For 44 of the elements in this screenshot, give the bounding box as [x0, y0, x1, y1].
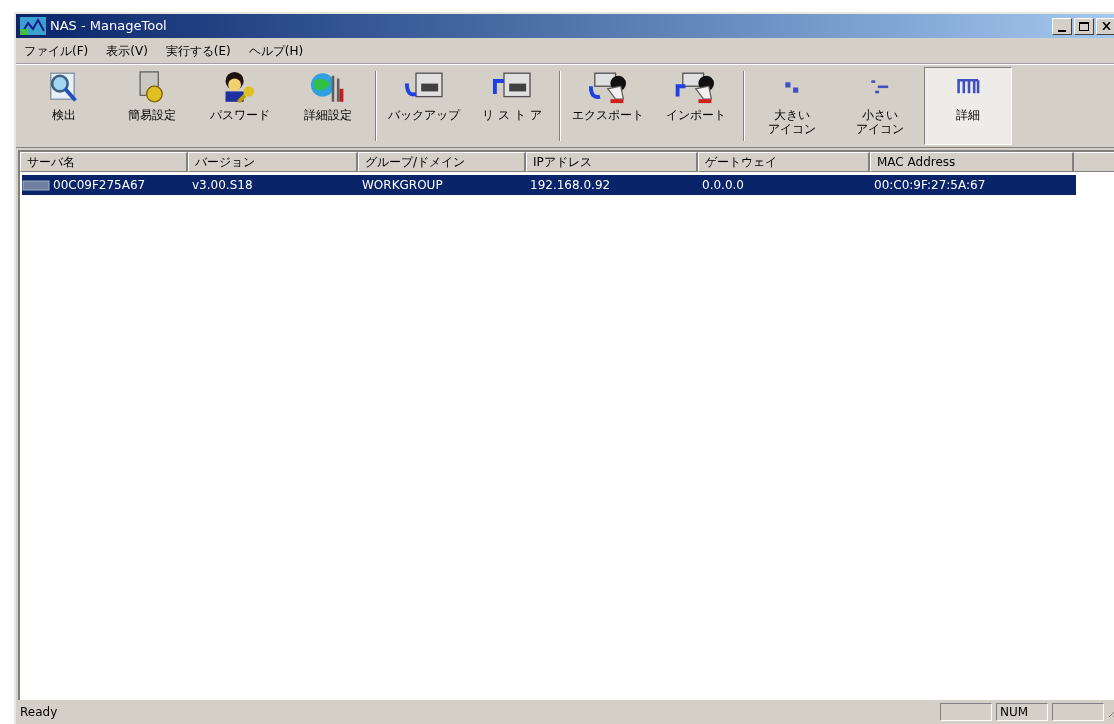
- app-icon: [20, 17, 46, 35]
- table-cell-text: 00C09F275A67: [53, 177, 146, 194]
- toolbar-button[interactable]: パスワード: [196, 67, 284, 145]
- maximize-button[interactable]: [1074, 17, 1094, 35]
- toolbar-button[interactable]: バックアップ: [380, 67, 468, 145]
- status-pane: [940, 703, 992, 721]
- server-icon: [22, 178, 50, 192]
- table-cell-text: 0.0.0.0: [702, 177, 744, 194]
- table-cell-text: WORKGROUP: [362, 177, 443, 194]
- table-cell-text: v3.00.S18: [192, 177, 253, 194]
- toolbar-button[interactable]: エクスポート: [564, 67, 652, 145]
- table-cell-text: 00:C0:9F:27:5A:67: [874, 177, 986, 194]
- large-icons-icon: [784, 80, 800, 94]
- toolbar-button[interactable]: 大きい アイコン: [748, 67, 836, 145]
- toolbar-button[interactable]: 簡易設定: [108, 67, 196, 145]
- toolbar-button[interactable]: インポート: [652, 67, 740, 145]
- num-lock-indicator: NUM: [996, 703, 1048, 721]
- column-header[interactable]: ゲートウェイ: [698, 152, 870, 172]
- maximize-icon: [1079, 21, 1089, 31]
- menu-item[interactable]: 表示(V): [106, 41, 148, 60]
- minimize-icon: [1058, 29, 1066, 32]
- small-icons-icon: [870, 79, 890, 95]
- minimize-button[interactable]: [1052, 17, 1072, 35]
- menu-item[interactable]: ヘルプ(H): [248, 41, 304, 60]
- toolbar-button[interactable]: リ ス ト ア: [468, 67, 556, 145]
- menu-item[interactable]: 実行する(E): [165, 41, 231, 60]
- close-button[interactable]: [1096, 17, 1114, 35]
- toolbar-button[interactable]: 小さい アイコン: [836, 67, 924, 145]
- toolbar-button[interactable]: 詳細設定: [284, 67, 372, 145]
- status-pane: [1052, 703, 1104, 721]
- table-cell-text: 192.168.0.92: [530, 177, 611, 194]
- column-header[interactable]: バージョン: [188, 152, 358, 172]
- column-header[interactable]: MAC Address: [870, 152, 1074, 172]
- close-icon: [1101, 22, 1111, 30]
- toolbar-button[interactable]: 詳細: [924, 67, 1012, 145]
- column-header[interactable]: サーバ名: [20, 152, 188, 172]
- column-header[interactable]: IPアドレス: [526, 152, 698, 172]
- details-view-icon: [956, 79, 980, 95]
- window-title: NAS - ManageTool: [50, 17, 167, 36]
- table-row[interactable]: 00C09F275A67 v3.00.S18 WORKGROUP 192.168.0.92 0.0.0.0 00:C0:9F:27:5A:67: [22, 175, 1076, 195]
- column-header[interactable]: グループ/ドメイン: [358, 152, 526, 172]
- toolbar-button[interactable]: 検出: [20, 67, 108, 145]
- menu-item[interactable]: ファイル(F): [24, 41, 89, 60]
- status-text: Ready: [20, 704, 58, 721]
